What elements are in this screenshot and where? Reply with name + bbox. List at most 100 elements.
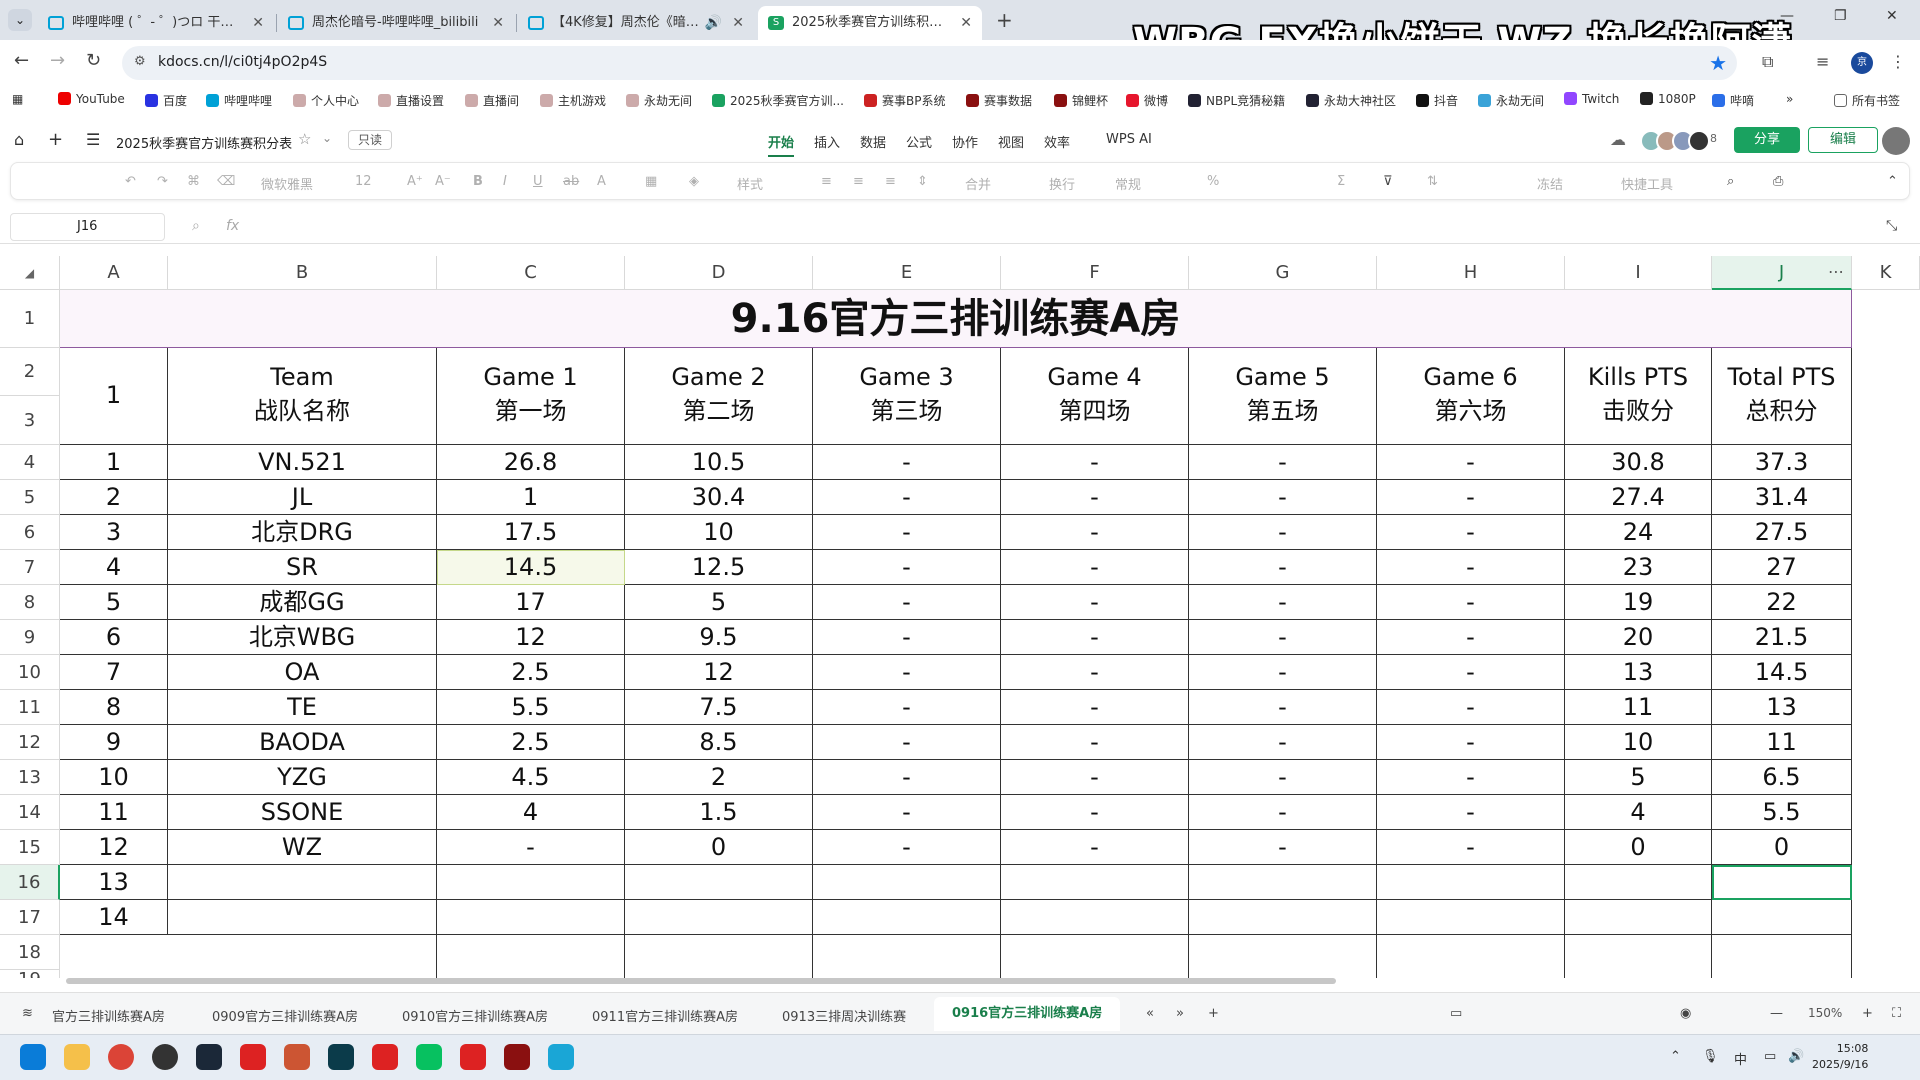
- score-cell[interactable]: 5.5: [1712, 795, 1852, 830]
- decrease-font-icon[interactable]: A⁻: [435, 174, 451, 189]
- minimize-icon[interactable]: —: [1780, 8, 1794, 24]
- empty-cell[interactable]: [1565, 935, 1712, 978]
- menu-data[interactable]: 数据: [860, 132, 886, 151]
- score-cell[interactable]: -: [1189, 585, 1377, 620]
- score-cell[interactable]: 14.5: [437, 550, 625, 585]
- team-name-cell[interactable]: SR: [168, 550, 437, 585]
- score-cell[interactable]: 1.5: [625, 795, 813, 830]
- align-center-icon[interactable]: ≡: [853, 174, 864, 189]
- score-cell[interactable]: -: [1377, 655, 1565, 690]
- column-header[interactable]: G: [1189, 256, 1377, 290]
- speaker-icon[interactable]: 🔊: [705, 6, 722, 40]
- browser-tab[interactable]: 哔哩哔哩 ( ゜- ゜)つロ 干杯~-bi ✕: [38, 6, 274, 40]
- steam-icon[interactable]: [196, 1044, 222, 1070]
- app-icon[interactable]: [372, 1044, 398, 1070]
- row-header[interactable]: 4: [0, 445, 60, 480]
- score-cell[interactable]: 11: [60, 795, 168, 830]
- row-header[interactable]: 17: [0, 900, 60, 935]
- score-cell[interactable]: -: [1001, 620, 1189, 655]
- score-cell[interactable]: 10: [625, 515, 813, 550]
- score-cell[interactable]: 0: [1565, 830, 1712, 865]
- restore-icon[interactable]: ❐: [1834, 8, 1847, 24]
- score-cell[interactable]: 10: [1565, 725, 1712, 760]
- score-cell[interactable]: -: [1001, 445, 1189, 480]
- omnibox[interactable]: ⚙ kdocs.cn/l/ci0tj4pO2p4S ★: [122, 46, 1737, 80]
- team-name-cell[interactable]: YZG: [168, 760, 437, 795]
- score-cell[interactable]: -: [813, 620, 1001, 655]
- column-header[interactable]: K: [1852, 256, 1920, 290]
- site-info-icon[interactable]: ⚙: [134, 54, 146, 69]
- score-cell[interactable]: 4.5: [437, 760, 625, 795]
- team-name-cell[interactable]: 北京WBG: [168, 620, 437, 655]
- score-cell[interactable]: 27.5: [1712, 515, 1852, 550]
- row-header[interactable]: 12: [0, 725, 60, 760]
- score-cell[interactable]: -: [813, 550, 1001, 585]
- score-cell[interactable]: 37.3: [1712, 445, 1852, 480]
- undo-icon[interactable]: ↶: [125, 174, 136, 189]
- score-cell[interactable]: -: [1377, 830, 1565, 865]
- score-cell[interactable]: 30.8: [1565, 445, 1712, 480]
- score-cell[interactable]: [813, 900, 1001, 935]
- close-tab-icon[interactable]: ✕: [492, 6, 504, 40]
- score-cell[interactable]: 22: [1712, 585, 1852, 620]
- score-cell[interactable]: 27.4: [1565, 480, 1712, 515]
- score-cell[interactable]: [1712, 865, 1852, 900]
- score-cell[interactable]: 26.8: [437, 445, 625, 480]
- font-size-select[interactable]: 12: [355, 174, 372, 189]
- menu-view[interactable]: 视图: [998, 132, 1024, 151]
- row-header[interactable]: 9: [0, 620, 60, 655]
- score-cell[interactable]: 1: [437, 480, 625, 515]
- score-cell[interactable]: 17: [437, 585, 625, 620]
- score-cell[interactable]: 7: [60, 655, 168, 690]
- score-cell[interactable]: -: [1377, 725, 1565, 760]
- horizontal-scrollbar[interactable]: [66, 978, 1336, 984]
- score-cell[interactable]: -: [1189, 445, 1377, 480]
- score-cell[interactable]: 11: [1565, 690, 1712, 725]
- score-cell[interactable]: [625, 900, 813, 935]
- score-cell[interactable]: -: [1377, 445, 1565, 480]
- cell-style-select[interactable]: 样式: [737, 174, 763, 193]
- score-cell[interactable]: [1001, 900, 1189, 935]
- document-title[interactable]: 2025秋季赛官方训练赛积分表: [116, 133, 292, 152]
- score-cell[interactable]: 21.5: [1712, 620, 1852, 655]
- name-box[interactable]: J16: [10, 213, 165, 241]
- italic-icon[interactable]: I: [503, 174, 507, 189]
- home-icon[interactable]: ⌂: [14, 130, 24, 149]
- score-cell[interactable]: [1189, 865, 1377, 900]
- score-cell[interactable]: -: [1189, 725, 1377, 760]
- freeze-button[interactable]: 冻结: [1537, 174, 1563, 193]
- score-cell[interactable]: 2: [60, 480, 168, 515]
- browser-tab[interactable]: 周杰伦暗号-哔哩哔哩_bilibili ✕: [278, 6, 514, 40]
- new-tab-button[interactable]: +: [996, 8, 1013, 32]
- score-cell[interactable]: 3: [60, 515, 168, 550]
- score-cell[interactable]: -: [1377, 550, 1565, 585]
- redo-icon[interactable]: ↷: [157, 174, 168, 189]
- chrome-icon[interactable]: [108, 1044, 134, 1070]
- score-cell[interactable]: -: [1189, 480, 1377, 515]
- score-cell[interactable]: 27: [1712, 550, 1852, 585]
- row-header[interactable]: 11: [0, 690, 60, 725]
- bookmark-item[interactable]: Twitch: [1564, 92, 1619, 106]
- score-cell[interactable]: -: [1001, 585, 1189, 620]
- column-title-cell[interactable]: Game 1 第一场: [437, 348, 625, 445]
- score-cell[interactable]: -: [1001, 690, 1189, 725]
- expand-formula-icon[interactable]: ⤡: [1886, 218, 1897, 234]
- bookmark-item[interactable]: 微博: [1126, 92, 1168, 109]
- select-all-corner[interactable]: ◢: [0, 256, 60, 290]
- vertical-align-icon[interactable]: ⇕: [917, 174, 928, 189]
- all-bookmarks[interactable]: 所有书签: [1834, 92, 1900, 109]
- menu-wps-ai[interactable]: WPS AI: [1106, 132, 1152, 147]
- score-cell[interactable]: 13: [60, 865, 168, 900]
- sheet-list-icon[interactable]: ≋: [22, 1006, 33, 1021]
- score-cell[interactable]: 17.5: [437, 515, 625, 550]
- score-cell[interactable]: 4: [60, 550, 168, 585]
- sheet-tab[interactable]: 0910官方三排训练赛A房: [402, 1006, 548, 1025]
- score-cell[interactable]: -: [1189, 830, 1377, 865]
- score-cell[interactable]: -: [1001, 795, 1189, 830]
- bookmark-item[interactable]: 百度: [145, 92, 187, 109]
- back-icon[interactable]: ←: [14, 50, 29, 71]
- score-cell[interactable]: 24: [1565, 515, 1712, 550]
- eraser-icon[interactable]: ⌫: [217, 174, 235, 189]
- team-name-cell[interactable]: SSONE: [168, 795, 437, 830]
- column-header[interactable]: A: [60, 256, 168, 290]
